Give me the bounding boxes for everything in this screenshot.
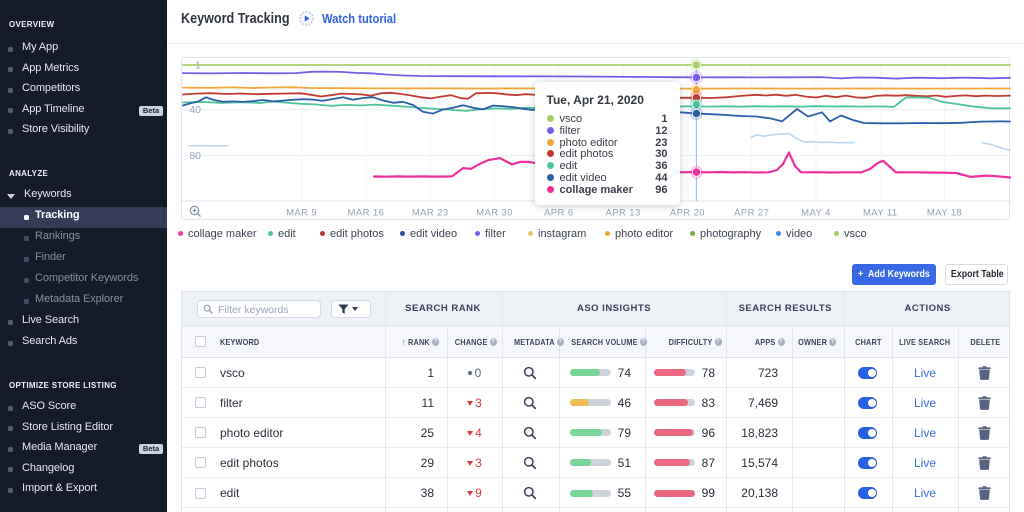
svg-text:MAY 11: MAY 11 bbox=[863, 208, 898, 219]
svg-text:APR 13: APR 13 bbox=[606, 208, 641, 219]
svg-text:MAY 4: MAY 4 bbox=[801, 208, 831, 219]
svg-text:MAR 30: MAR 30 bbox=[476, 208, 513, 219]
svg-text:MAR 23: MAR 23 bbox=[412, 208, 449, 219]
svg-text:APR 20: APR 20 bbox=[670, 208, 705, 219]
svg-text:40: 40 bbox=[189, 104, 201, 116]
svg-text:80: 80 bbox=[189, 150, 201, 162]
svg-text:MAR 9: MAR 9 bbox=[286, 208, 317, 219]
svg-text:MAR 16: MAR 16 bbox=[348, 208, 385, 219]
svg-text:APR 6: APR 6 bbox=[544, 208, 573, 219]
svg-text:MAY 18: MAY 18 bbox=[927, 208, 962, 219]
svg-text:APR 27: APR 27 bbox=[734, 208, 769, 219]
svg-text:1: 1 bbox=[195, 60, 201, 72]
